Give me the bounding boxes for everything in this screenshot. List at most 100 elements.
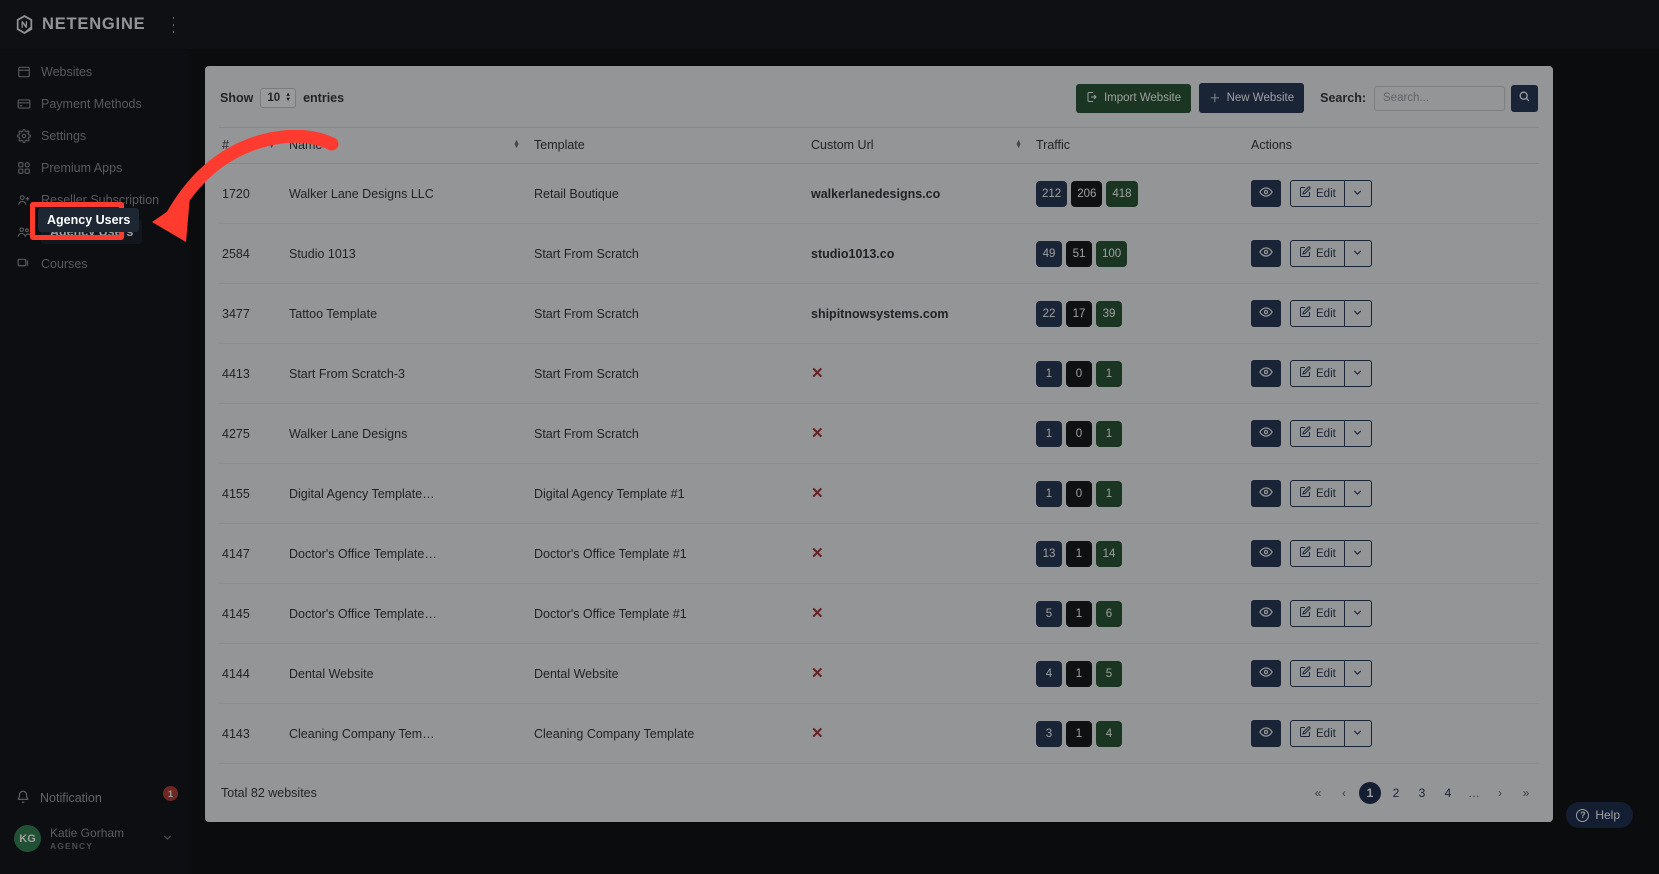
row-actions-dropdown-button[interactable] (1344, 720, 1372, 747)
pagination-nav-…[interactable]: … (1463, 782, 1485, 804)
application: NETENGINE Websites Payment Methods Setti… (0, 0, 1659, 874)
help-button[interactable]: ? Help (1566, 802, 1633, 828)
edit-website-button[interactable]: Edit (1290, 420, 1345, 447)
import-icon (1086, 91, 1098, 106)
sidebar-item-reseller-subscription[interactable]: Reseller Subscription (0, 184, 188, 216)
sidebar-item-settings[interactable]: Settings (0, 120, 188, 152)
import-website-label: Import Website (1103, 92, 1182, 104)
view-website-button[interactable] (1251, 300, 1281, 327)
row-actions: Edit (1251, 180, 1539, 207)
sidebar-item-premium-apps[interactable]: Premium Apps (0, 152, 188, 184)
user-profile[interactable]: KG Katie Gorham AGENCY (0, 815, 188, 852)
column-header-name[interactable]: Name ▲ ▼ (289, 127, 534, 164)
chevron-down-icon[interactable] (161, 831, 174, 847)
entries-select[interactable]: 10 ▲ ▼ (260, 88, 297, 108)
cell-name: Start From Scratch-3 (289, 343, 534, 404)
edit-website-button[interactable]: Edit (1290, 720, 1345, 747)
pagination-page-2[interactable]: 2 (1385, 782, 1407, 804)
pagination-page-1[interactable]: 1 (1359, 782, 1381, 804)
sidebar-item-agency-users[interactable]: Agency Users (0, 216, 188, 248)
edit-website-button[interactable]: Edit (1290, 540, 1345, 567)
chevron-down-icon (1351, 606, 1364, 622)
view-website-button[interactable] (1251, 540, 1281, 567)
row-actions-dropdown-button[interactable] (1344, 180, 1372, 207)
column-header-actions: Actions (1251, 127, 1539, 164)
row-actions-dropdown-button[interactable] (1344, 300, 1372, 327)
view-website-button[interactable] (1251, 240, 1281, 267)
pagination-page-3[interactable]: 3 (1411, 782, 1433, 804)
row-actions: Edit (1251, 240, 1539, 267)
view-website-button[interactable] (1251, 480, 1281, 507)
view-website-button[interactable] (1251, 660, 1281, 687)
sidebar-item-payment-methods[interactable]: Payment Methods (0, 88, 188, 120)
table-row: 2584 Studio 1013 Start From Scratch stud… (219, 223, 1539, 284)
edit-website-button[interactable]: Edit (1290, 660, 1345, 687)
pagination-nav-«[interactable]: « (1307, 782, 1329, 804)
table-toolbar: Show 10 ▲ ▼ entries Import Website ＋ New… (219, 80, 1539, 127)
row-actions-dropdown-button[interactable] (1344, 540, 1372, 567)
cell-template: Doctor's Office Template #1 (534, 583, 811, 644)
row-actions: Edit (1251, 720, 1539, 747)
cell-traffic: 516 (1036, 583, 1251, 644)
edit-label: Edit (1316, 187, 1336, 200)
user-role: AGENCY (50, 840, 93, 851)
stepper-icon: ▲ ▼ (285, 92, 292, 103)
edit-website-button[interactable]: Edit (1290, 360, 1345, 387)
edit-label: Edit (1316, 427, 1336, 440)
view-website-button[interactable] (1251, 180, 1281, 207)
row-actions-dropdown-button[interactable] (1344, 420, 1372, 447)
sort-icon[interactable]: ▲ ▼ (1015, 139, 1022, 150)
new-website-label: New Website (1226, 92, 1295, 104)
search-submit-button[interactable] (1511, 84, 1538, 112)
new-website-button[interactable]: ＋ New Website (1199, 83, 1305, 113)
sidebar-item-courses[interactable]: Courses (0, 248, 188, 280)
traffic-badge-unique: 1 (1066, 720, 1092, 747)
cell-template: Start From Scratch (534, 343, 811, 404)
column-header-id[interactable]: # ▲ ▼ (219, 127, 289, 164)
traffic-badge-total: 14 (1096, 540, 1122, 567)
eye-icon (1259, 425, 1273, 442)
traffic-badge-visits: 13 (1036, 540, 1062, 567)
column-header-custom-url[interactable]: Custom Url ▲ ▼ (811, 127, 1036, 164)
eye-icon (1259, 245, 1273, 262)
edit-website-button[interactable]: Edit (1290, 300, 1345, 327)
view-website-button[interactable] (1251, 420, 1281, 447)
view-website-button[interactable] (1251, 720, 1281, 747)
search-input[interactable] (1374, 85, 1505, 111)
cell-actions: Edit (1251, 163, 1539, 224)
cell-custom-url: ✕ (811, 403, 1036, 464)
edit-website-button[interactable]: Edit (1290, 240, 1345, 267)
edit-website-button[interactable]: Edit (1290, 180, 1345, 207)
sort-icon[interactable]: ▲ ▼ (513, 139, 520, 150)
cell-actions: Edit (1251, 643, 1539, 704)
row-actions-dropdown-button[interactable] (1344, 360, 1372, 387)
pagination-nav-›[interactable]: › (1489, 782, 1511, 804)
view-website-button[interactable] (1251, 360, 1281, 387)
cell-actions: Edit (1251, 223, 1539, 284)
pagination-nav-‹[interactable]: ‹ (1333, 782, 1355, 804)
notification-item[interactable]: Notification 1 (0, 781, 188, 815)
traffic-badges: 314 (1036, 720, 1251, 747)
row-actions-dropdown-button[interactable] (1344, 600, 1372, 627)
row-actions: Edit (1251, 600, 1539, 627)
hamburger-icon[interactable] (173, 16, 174, 33)
cell-template: Start From Scratch (534, 223, 811, 284)
pagination-nav-»[interactable]: » (1515, 782, 1537, 804)
edit-website-button[interactable]: Edit (1290, 600, 1345, 627)
row-actions-dropdown-button[interactable] (1344, 660, 1372, 687)
sort-icon[interactable]: ▲ ▼ (268, 139, 275, 150)
cell-custom-url: walkerlanedesigns.co (811, 163, 1036, 224)
x-mark-icon: ✕ (811, 365, 824, 382)
pagination: «‹ 1 2 3 4… ›» (1307, 782, 1537, 804)
row-actions: Edit (1251, 660, 1539, 687)
row-actions-dropdown-button[interactable] (1344, 240, 1372, 267)
import-website-button[interactable]: Import Website (1075, 83, 1192, 113)
view-website-button[interactable] (1251, 600, 1281, 627)
pagination-page-4[interactable]: 4 (1437, 782, 1459, 804)
cell-traffic: 49 51 100 (1036, 223, 1251, 284)
sidebar-item-websites[interactable]: Websites (0, 56, 188, 88)
brand-header: NETENGINE (0, 0, 188, 49)
edit-website-button[interactable]: Edit (1290, 480, 1345, 507)
x-mark-icon: ✕ (811, 605, 824, 622)
row-actions-dropdown-button[interactable] (1344, 480, 1372, 507)
